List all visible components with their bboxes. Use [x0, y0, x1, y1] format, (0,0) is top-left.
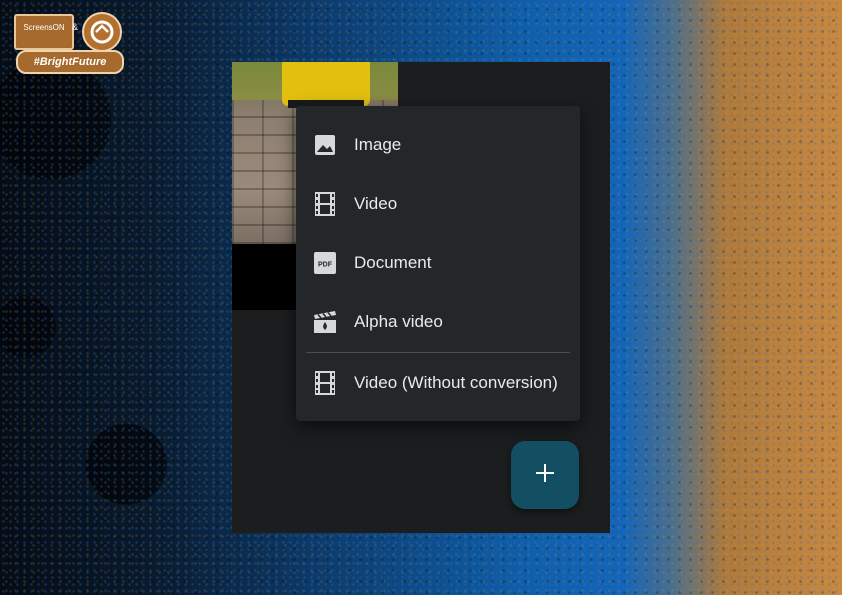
- menu-item-label: Alpha video: [354, 311, 443, 331]
- menu-item-label: Video (Without conversion): [354, 372, 558, 392]
- partner-logo-icon: [82, 12, 122, 52]
- add-button[interactable]: [511, 441, 579, 509]
- menu-item-image[interactable]: Image: [296, 115, 580, 174]
- image-icon: [313, 133, 337, 157]
- logo-ampersand: &: [72, 22, 79, 32]
- clapperboard-icon: [313, 310, 337, 334]
- menu-item-alpha-video[interactable]: Alpha video: [296, 292, 580, 351]
- menu-item-label: Image: [354, 134, 402, 154]
- film-icon: [313, 191, 337, 216]
- film-icon: [313, 370, 337, 395]
- menu-item-video-without-conversion[interactable]: Video (Without conversion): [296, 353, 580, 412]
- menu-item-label: Document: [354, 252, 432, 272]
- screenson-logo: ScreensON: [14, 14, 74, 50]
- logo-tagline: #BrightFuture: [16, 50, 124, 74]
- brand-logo: ScreensON & #BrightFuture: [12, 12, 124, 74]
- menu-item-label: Video: [354, 193, 398, 213]
- pdf-icon: PDF: [313, 251, 337, 275]
- svg-text:PDF: PDF: [318, 261, 333, 268]
- menu-item-document[interactable]: PDF Document: [296, 233, 580, 292]
- add-media-menu: Image Video PDF Document Alpha video Vid…: [296, 106, 580, 421]
- plus-icon: [535, 463, 555, 488]
- menu-item-video[interactable]: Video: [296, 174, 580, 233]
